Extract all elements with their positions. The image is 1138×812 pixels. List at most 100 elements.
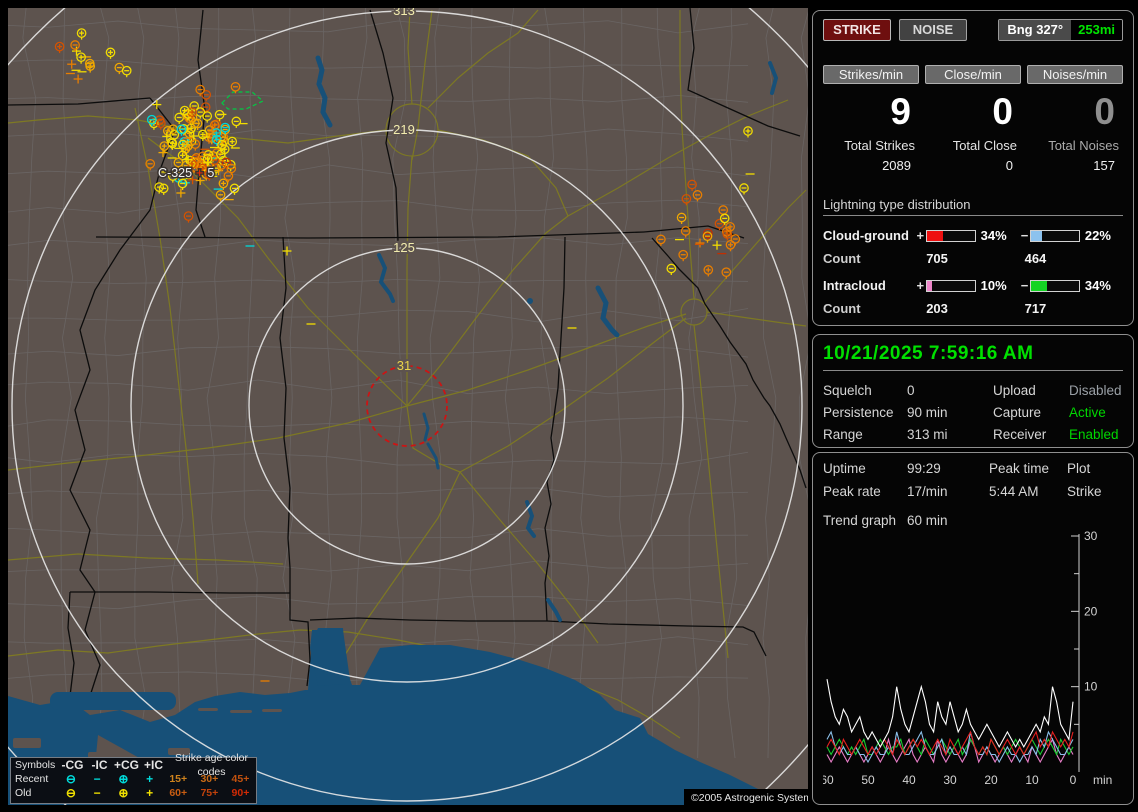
legend-old-row: Old ⊖ − ⊕ + 60+ 75+ 90+ [11,786,256,800]
status-label: Range [823,427,863,442]
total-label: Total Strikes [844,138,915,153]
cg-pos-recent-icon: ⊕ [118,772,129,786]
copyright-text: ©2005 Astrogenic Systems [691,792,808,804]
ic-neg-old-icon: − [93,786,101,800]
status-value: 90 min [907,405,948,420]
map-canvas[interactable]: 31125219313C-325 +5©2005 Astrogenic Syste… [8,8,808,805]
counter-header[interactable]: Noises/min [1027,65,1123,84]
trend-x-label: 40 [902,773,916,787]
distribution-row: Intracloud +10% − 34% [823,278,1123,293]
plus-sign: + [916,228,925,243]
status-label: Upload [993,383,1036,398]
status-label: Persistence [823,405,894,420]
trend-x-label: 20 [984,773,998,787]
trend-x-label: 30 [943,773,957,787]
cg-neg-old-icon: ⊖ [65,786,76,800]
age-code-30: 30+ [200,773,219,785]
plus-ratio-bar [925,279,976,292]
plus-ratio-bar [925,229,976,242]
range-ring-label: 219 [393,122,415,137]
lake [50,692,176,710]
total-label: Total Noises [1048,138,1119,153]
minus-sign: − [1020,228,1029,243]
uptime-grid: Uptime 99:29 Peak time Plot Peak rate 17/min 5… [823,461,1123,499]
legend-col-pos-cg: +CG [113,758,139,772]
distribution-count-row: Count 705 464 [823,251,1123,266]
trend-x-label: 50 [861,773,875,787]
trend-graph-label: Trend graph [823,513,897,528]
plus-sign: + [916,278,925,293]
trend-series-total-strikes [826,679,1074,749]
age-code-75: 75+ [200,787,219,799]
counter-header[interactable]: Strikes/min [823,65,919,84]
range-ring-label: 125 [393,240,415,255]
trend-graph-value: 60 min [907,513,948,528]
age-code-60: 60+ [169,787,188,799]
strike-summary-panel: STRIKE NOISE Bng 327° 253mi Strikes/min 9… [812,10,1134,326]
dist-type-label: Intracloud [823,278,886,293]
distribution-count-row: Count 203 717 [823,301,1123,316]
count-label: Count [823,251,861,266]
minus-count: 717 [1024,301,1047,316]
trend-x-label: 10 [1025,773,1039,787]
uptime-label: Peak time [989,461,1050,476]
legend-old-label: Old [15,787,32,799]
noise-mode-button[interactable]: NOISE [899,19,967,41]
legend-col-neg-cg: -CG [61,758,84,772]
age-code-90: 90+ [231,787,250,799]
bearing-distance: 253mi [1071,20,1122,40]
trend-graph: 10 20 30 60 50 40 30 20 10 0 min [820,529,1112,787]
nexstorm-window: 31 125 219 313 C-325 +5 ©2005 Astrogenic Syste… [0,0,1138,812]
distribution-heading: Lightning type distribution [823,197,1123,216]
total-label: Total Close [952,138,1017,153]
status-value: Enabled [1069,427,1119,442]
dist-type-label: Cloud-ground [823,228,909,243]
ic-pos-recent-icon: + [146,772,154,786]
legend-symbols-label: Symbols [15,759,56,771]
age-code-45: 45+ [231,773,250,785]
minus-ratio-bar [1030,229,1080,242]
status-value: 0 [907,383,915,398]
uptime-value: 17/min [907,484,948,499]
count-label: Count [823,301,861,316]
range-ring-label: 31 [397,358,411,373]
map-legend: Symbols -CG -IC +CG +IC Strike age color… [10,752,257,804]
status-panel: 10/21/2025 7:59:16 AM Squelch 0 Upload Disa… [812,334,1134,448]
plus-count: 203 [926,301,948,316]
status-grid: Squelch 0 Upload Disabled Persistence 90 min C… [823,383,1123,442]
trend-x-label: 60 [823,773,834,787]
uptime-label: Uptime [823,461,866,476]
ic-pos-old-icon: + [146,786,154,800]
trend-series--ic [826,737,1074,764]
uptime-label: 5:44 AM [989,484,1039,499]
counter-header[interactable]: Close/min [925,65,1021,84]
cg-pos-old-icon: ⊕ [118,786,129,800]
uptime-label: Peak rate [823,484,881,499]
status-value: Disabled [1069,383,1122,398]
minus-pct: 34% [1084,278,1111,293]
age-code-15: 15+ [169,773,188,785]
minus-pct: 22% [1084,228,1111,243]
uptime-value: Strike [1067,484,1102,499]
total-value: 0 [1005,158,1013,173]
bearing-readout: Bng 327° 253mi [998,19,1123,41]
lightning-distribution: Lightning type distribution Cloud-ground… [823,197,1123,316]
rate-value: 0 [1094,91,1115,132]
ic-neg-recent-icon: − [93,772,101,786]
trend-series--cg [826,730,1074,756]
uptime-panel: Uptime 99:29 Peak time Plot Peak rate 17/min 5… [812,452,1134,805]
minus-ratio-bar [1030,279,1080,292]
strike-mode-button[interactable]: STRIKE [823,19,891,41]
total-value: 157 [1093,158,1115,173]
trend-y-label: 10 [1084,680,1098,694]
plus-count: 705 [926,251,948,266]
total-value: 2089 [882,158,911,173]
rate-value: 0 [992,91,1013,132]
plus-pct: 34% [980,228,1007,243]
plus-pct: 10% [980,278,1007,293]
status-label: Receiver [993,427,1047,442]
counter-noises-min: Noises/min 0 Total Noises 157 [1027,65,1123,173]
trend-y-label: 30 [1084,530,1098,543]
legend-recent-label: Recent [15,773,49,785]
legend-col-neg-ic: -IC [91,758,108,772]
